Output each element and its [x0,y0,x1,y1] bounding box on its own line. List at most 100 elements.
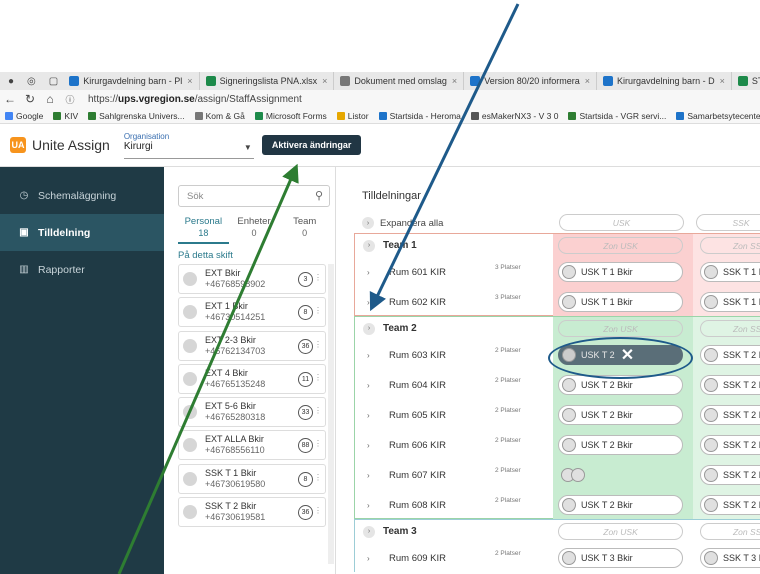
back-arrow-icon[interactable]: ← [0,92,20,106]
chevron-right-icon[interactable]: › [367,501,377,510]
more-options-icon[interactable]: ⋮ [314,406,322,415]
assignment-pill-usk[interactable] [558,465,596,485]
more-options-icon[interactable]: ⋮ [314,473,322,482]
assignment-pill-usk[interactable]: USK T 1 Bkir [558,292,683,312]
bookmark-item[interactable]: Sahlgrenska Univers... [83,111,190,121]
close-icon[interactable]: × [720,76,725,86]
tab-team[interactable]: Team 0 [279,216,330,244]
room-row[interactable]: › Rum 608 KIR 2 Platser [355,490,555,520]
site-info-icon[interactable]: ⓘ [60,93,80,106]
more-options-icon[interactable]: ⋮ [314,340,322,349]
chevron-right-icon[interactable]: › [363,525,375,538]
person-card[interactable]: EXT 4 Bkir +46765135248 11 ⋮ [178,363,326,394]
sidebar-item-tilldelning[interactable]: ▣ Tilldelning [0,214,164,251]
bookmark-item[interactable]: KIV [48,111,83,121]
url-field[interactable]: https://ups.vgregion.se/assign/StaffAssi… [88,92,302,106]
room-row[interactable]: › Rum 609 KIR 2 Platser [355,543,555,573]
assignment-pill-ssk[interactable]: SSK T 1 Bkir [700,292,760,312]
tab-enheter[interactable]: Enheter 0 [229,216,280,244]
bookmark-item[interactable]: Startsida - Heroma [374,111,466,121]
room-row[interactable]: › Rum 606 KIR 2 Platser [355,430,555,460]
assignment-pill-ssk[interactable]: SSK T 3 Bkir [700,548,760,568]
browser-tab[interactable]: Kirurgavdelning barn - Pl × [63,72,200,90]
chevron-right-icon[interactable]: › [367,471,377,480]
room-name: Rum 609 KIR [389,552,447,564]
bookmark-item[interactable]: Google [0,111,48,121]
person-card[interactable]: SSK T 1 Bkir +46730619580 8 ⋮ [178,463,326,494]
person-card[interactable]: SSK T 2 Bkir +46730619581 36 ⋮ [178,497,326,528]
sidebar-item-schemalaggning[interactable]: ◷ Schemaläggning [0,177,164,214]
browser-logo-icon[interactable]: ● [8,75,14,87]
chevron-right-icon[interactable]: › [367,268,377,277]
browser-tab[interactable]: STY Barn och× [732,72,760,90]
highlight-ellipse [548,337,693,379]
search-input[interactable]: Sök ⚲ [178,185,330,207]
more-options-icon[interactable]: ⋮ [314,373,322,382]
room-row[interactable]: › Rum 607 KIR 2 Platser [355,460,555,490]
assignment-pill-ssk[interactable]: SSK T 2 Bkir [700,405,760,425]
person-card[interactable]: EXT ALLA Bkir +46768556110 88 ⋮ [178,430,326,461]
chevron-right-icon[interactable]: › [367,351,377,360]
more-options-icon[interactable]: ⋮ [314,439,322,448]
expand-all-button[interactable]: › Expandera alla [362,215,552,231]
chevron-right-icon[interactable]: › [363,322,375,335]
bookmark-item[interactable]: esMakerNX3 - V 3 0 [466,111,564,121]
assignment-pill-ssk[interactable]: SSK T 2 Bkir [700,345,760,365]
browser-tab[interactable]: Kirurgavdelning barn - D × [597,72,732,90]
person-phone: +46765280318 [205,412,266,423]
room-places: 2 Platser [495,437,521,444]
assignment-pill-usk[interactable]: USK T 2 Bkir [558,405,683,425]
home-icon[interactable]: ⌂ [40,92,60,106]
close-icon[interactable]: × [187,76,192,86]
more-options-icon[interactable]: ⋮ [314,506,322,515]
chevron-right-icon[interactable]: › [367,381,377,390]
activate-changes-button[interactable]: Aktivera ändringar [261,135,362,155]
person-card[interactable]: EXT 2-3 Bkir +46762134703 36 ⋮ [178,330,326,361]
room-row[interactable]: › Rum 603 KIR 2 Platser [355,340,555,370]
more-options-icon[interactable]: ⋮ [314,306,322,315]
room-row[interactable]: › Rum 605 KIR 2 Platser [355,400,555,430]
chevron-right-icon[interactable]: › [363,239,375,252]
assignment-pill-usk[interactable]: USK T 2 Bkir [558,495,683,515]
browser-tab[interactable]: Version 80/20 informera × [464,72,598,90]
bookmark-item[interactable]: Microsoft Forms [250,111,332,121]
assignment-pill-ssk[interactable]: SSK T 2 Bkir [700,435,760,455]
more-options-icon[interactable]: ⋮ [314,273,322,282]
browser-tab-actions-icon[interactable]: ▢ [49,75,58,87]
assignment-pill-ssk[interactable]: SSK T 1 Bkir [700,262,760,282]
chevron-right-icon[interactable]: › [367,298,377,307]
close-icon[interactable]: × [585,76,590,86]
room-row[interactable]: › Rum 602 KIR 3 Platser [355,287,555,317]
close-icon[interactable]: × [452,76,457,86]
search-icon[interactable]: ⚲ [315,189,323,202]
room-places: 2 Platser [495,407,521,414]
tab-personal[interactable]: Personal 18 [178,216,229,244]
browser-workspaces-icon[interactable]: ◎ [27,75,36,87]
browser-tab[interactable]: Dokument med omslag × [334,72,465,90]
reload-icon[interactable]: ↻ [20,92,40,106]
person-card[interactable]: EXT 5-6 Bkir +46765280318 33 ⋮ [178,397,326,428]
assignment-pill-usk[interactable]: USK T 2 Bkir [558,435,683,455]
person-list-scrollbar[interactable] [328,264,334,564]
bookmark-item[interactable]: Listor [332,111,374,121]
person-card[interactable]: EXT 1 Bkir +46730514251 8 ⋮ [178,297,326,328]
person-card[interactable]: EXT Bkir +46768598902 3 ⋮ [178,264,326,294]
browser-tab[interactable]: Signeringslista PNA.xlsx × [200,72,335,90]
bookmark-item[interactable]: Samarbetsytecenter... [671,111,760,121]
assignment-pill-ssk[interactable]: SSK T 2 Bkir [700,495,760,515]
room-row[interactable]: › Rum 601 KIR 3 Platser [355,257,555,287]
chevron-right-icon[interactable]: › [367,411,377,420]
close-icon[interactable]: × [322,76,327,86]
sidebar-item-rapporter[interactable]: ▥ Rapporter [0,251,164,288]
assignment-pill-usk[interactable]: USK T 1 Bkir [558,262,683,282]
chevron-right-icon[interactable]: › [367,441,377,450]
bookmark-item[interactable]: Kom & Gå [190,111,250,121]
room-row[interactable]: › Rum 604 KIR 2 Platser [355,370,555,400]
assignment-pill-usk[interactable]: USK T 3 Bkir [558,548,683,568]
chevron-right-icon[interactable]: › [367,554,377,563]
assignment-pill-ssk[interactable]: SSK T 2 Bkir [700,375,760,395]
bookmark-item[interactable]: Startsida - VGR servi... [563,111,671,121]
zone-column-ssk: SSK [696,214,760,231]
assignment-pill-ssk[interactable]: SSK T 2 Bkir [700,465,760,485]
organisation-select[interactable]: Organisation Kirurgi ▼ [123,131,254,159]
